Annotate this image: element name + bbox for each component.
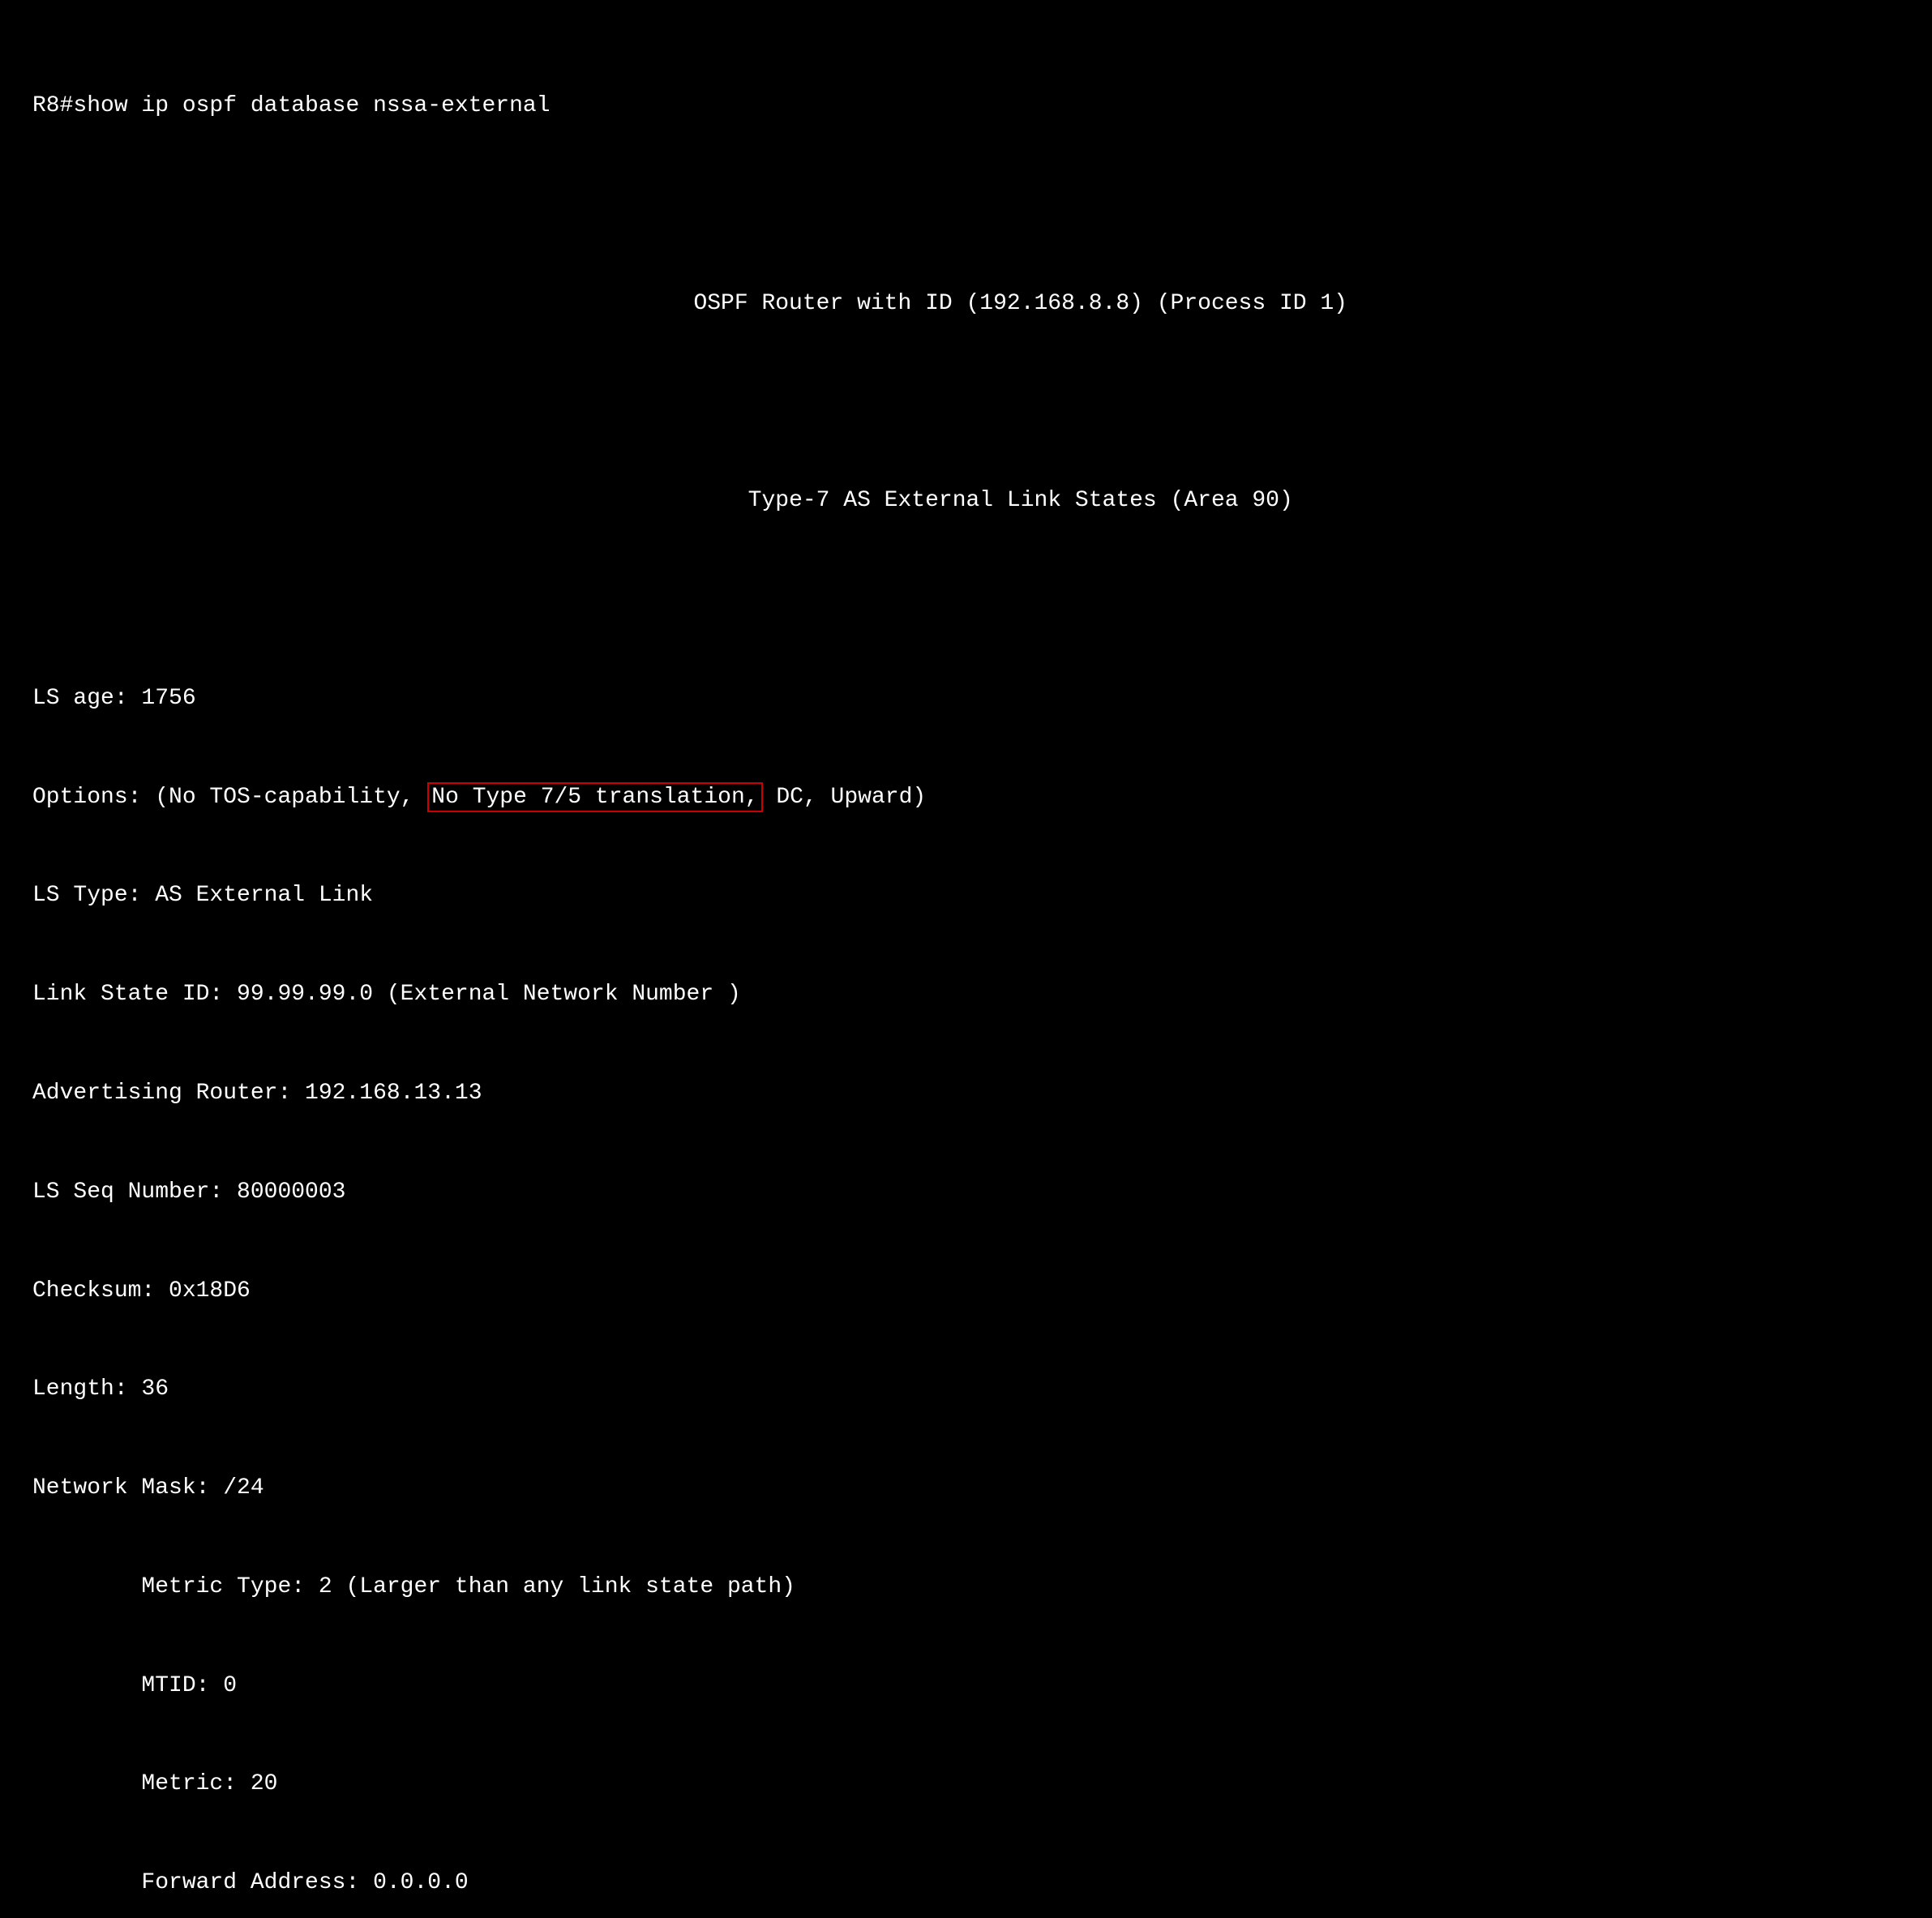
forward-address-line: Forward Address: 0.0.0.0 (32, 1867, 1900, 1900)
ls-seq-line: LS Seq Number: 80000003 (32, 1176, 1900, 1209)
terminal-window: R8#show ip ospf database nssa-external O… (32, 24, 1900, 1918)
mtid-line: MTID: 0 (32, 1670, 1900, 1703)
metric-line: Metric: 20 (32, 1768, 1900, 1801)
network-mask-line: Network Mask: /24 (32, 1472, 1900, 1505)
length-line: Length: 36 (32, 1373, 1900, 1406)
advertising-router-line: Advertising Router: 192.168.13.13 (32, 1077, 1900, 1111)
ls-type-line: LS Type: AS External Link (32, 880, 1900, 913)
options-suffix: DC, Upward) (763, 785, 927, 810)
router-id-line: OSPF Router with ID (192.168.8.8) (Proce… (32, 288, 1900, 321)
options-line: Options: (No TOS-capability, No Type 7/5… (32, 781, 1900, 815)
command-line: R8#show ip ospf database nssa-external (32, 90, 1900, 123)
options-prefix: Options: (No TOS-capability, (32, 785, 427, 810)
link-states-line: Type-7 AS External Link States (Area 90) (32, 485, 1900, 518)
options-highlight: No Type 7/5 translation, (427, 782, 762, 812)
checksum-line: Checksum: 0x18D6 (32, 1275, 1900, 1308)
ls-age-line: LS age: 1756 (32, 683, 1900, 716)
link-state-id-line: Link State ID: 99.99.99.0 (External Netw… (32, 978, 1900, 1012)
metric-type-line: Metric Type: 2 (Larger than any link sta… (32, 1571, 1900, 1604)
